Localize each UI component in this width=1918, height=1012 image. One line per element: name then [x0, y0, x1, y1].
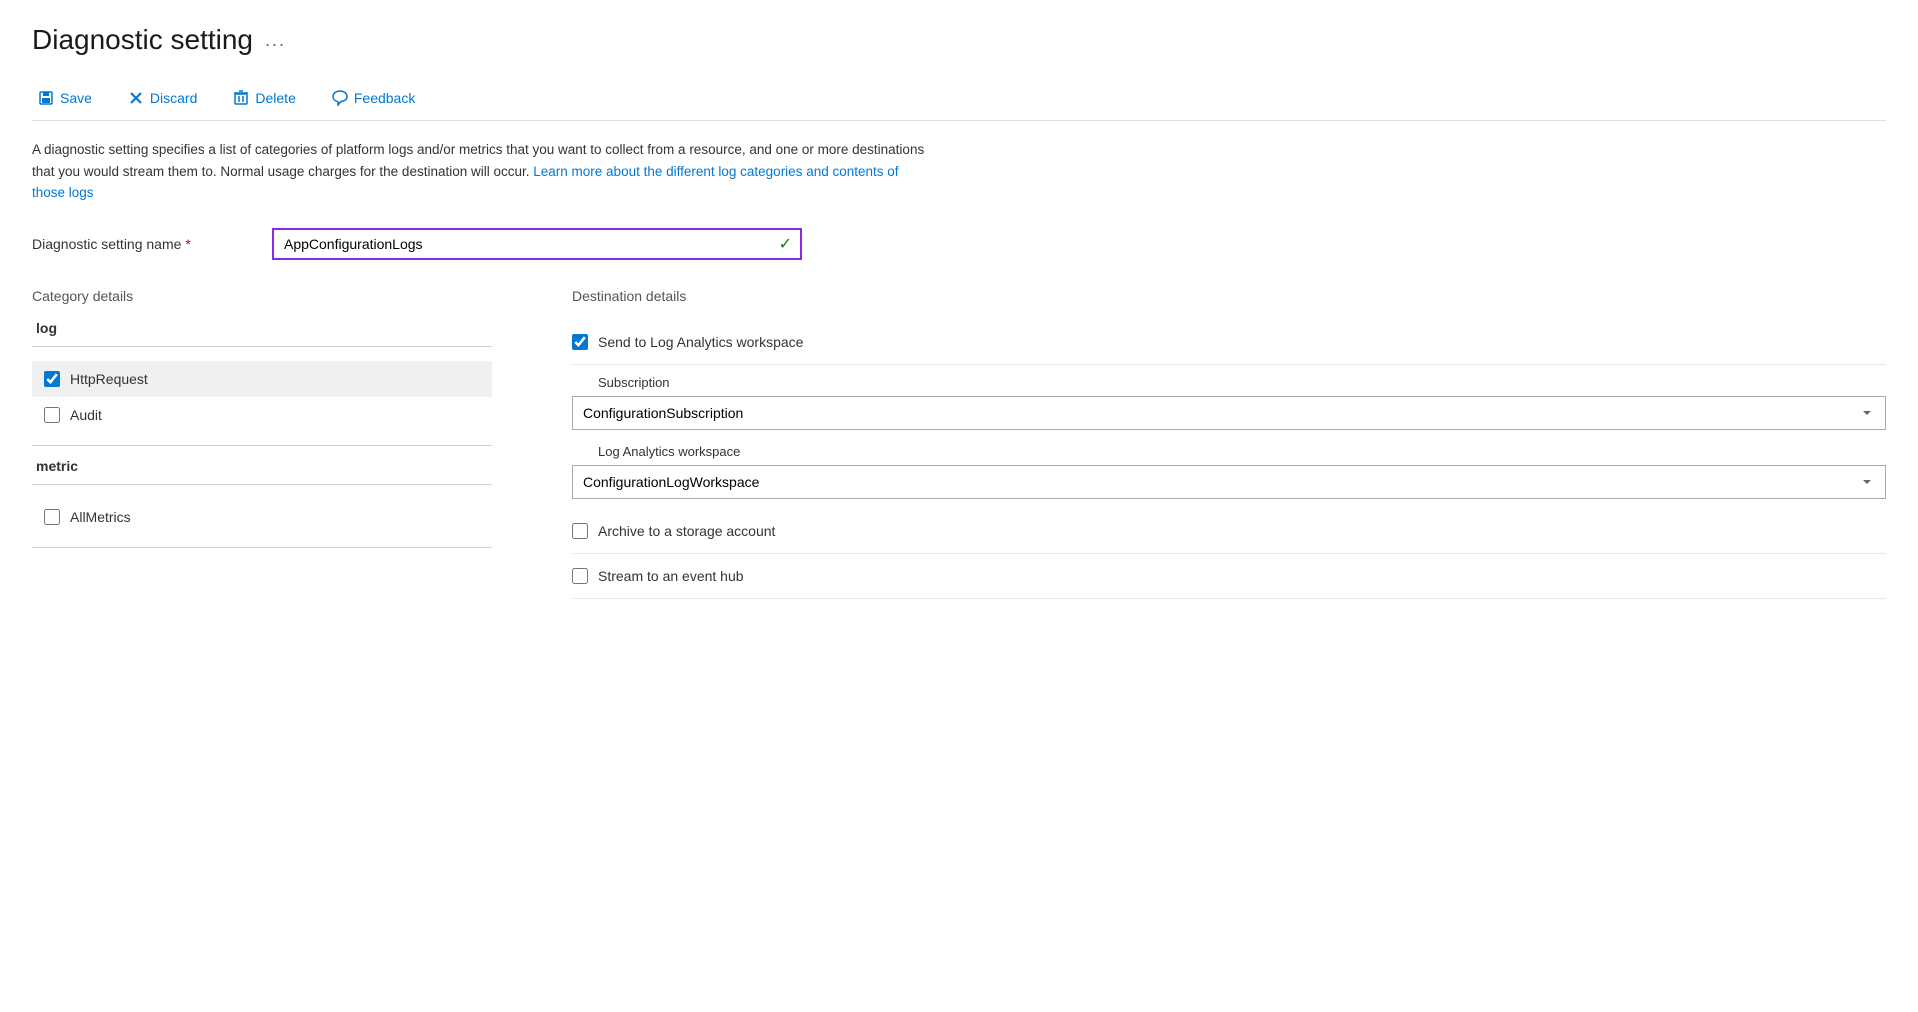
setting-name-label: Diagnostic setting name *: [32, 236, 252, 252]
workspace-select[interactable]: ConfigurationLogWorkspace: [572, 465, 1886, 499]
required-marker: *: [185, 236, 190, 252]
allmetrics-label: AllMetrics: [70, 509, 131, 525]
category-item-allmetrics: AllMetrics: [32, 499, 492, 535]
log-group-label: log: [32, 320, 492, 336]
storage-account-checkbox[interactable]: [572, 523, 588, 539]
feedback-button[interactable]: Feedback: [326, 86, 421, 110]
audit-label: Audit: [70, 407, 102, 423]
input-valid-icon: ✓: [779, 234, 792, 254]
main-content: Category details log HttpRequest Audit m…: [32, 288, 1886, 599]
discard-button[interactable]: Discard: [122, 86, 203, 110]
category-details-title: Category details: [32, 288, 492, 304]
category-item-httprequest: HttpRequest: [32, 361, 492, 397]
page-title-ellipsis: ...: [265, 30, 286, 51]
workspace-label: Log Analytics workspace: [572, 444, 1886, 459]
page-title: Diagnostic setting: [32, 24, 253, 56]
destination-details-title: Destination details: [572, 288, 1886, 304]
storage-account-label: Archive to a storage account: [598, 523, 775, 539]
delete-icon: [233, 90, 249, 106]
log-analytics-sub-fields: Subscription ConfigurationSubscription L…: [572, 375, 1886, 499]
dest-item-storage: Archive to a storage account: [572, 509, 1886, 554]
event-hub-checkbox[interactable]: [572, 568, 588, 584]
httprequest-checkbox[interactable]: [44, 371, 60, 387]
log-group-divider: [32, 346, 492, 347]
category-details-panel: Category details log HttpRequest Audit m…: [32, 288, 532, 599]
subscription-select[interactable]: ConfigurationSubscription: [572, 396, 1886, 430]
delete-button[interactable]: Delete: [227, 86, 301, 110]
category-item-audit: Audit: [32, 397, 492, 433]
description: A diagnostic setting specifies a list of…: [32, 139, 932, 204]
httprequest-label: HttpRequest: [70, 371, 148, 387]
dest-item-log-analytics: Send to Log Analytics workspace: [572, 320, 1886, 365]
subscription-select-wrapper: ConfigurationSubscription: [572, 396, 1886, 430]
allmetrics-checkbox[interactable]: [44, 509, 60, 525]
subscription-label: Subscription: [572, 375, 1886, 390]
save-icon: [38, 90, 54, 106]
metric-group-label: metric: [32, 458, 492, 474]
setting-name-input[interactable]: [272, 228, 802, 260]
event-hub-label: Stream to an event hub: [598, 568, 744, 584]
metric-bottom-divider: [32, 547, 492, 548]
feedback-icon: [332, 90, 348, 106]
toolbar: Save Discard Delete Feedba: [32, 76, 1886, 121]
log-metric-divider: [32, 445, 492, 446]
metric-group-divider: [32, 484, 492, 485]
save-button[interactable]: Save: [32, 86, 98, 110]
workspace-select-wrapper: ConfigurationLogWorkspace: [572, 465, 1886, 499]
setting-name-input-wrapper: ✓: [272, 228, 802, 260]
log-analytics-label: Send to Log Analytics workspace: [598, 334, 803, 350]
setting-name-row: Diagnostic setting name * ✓: [32, 228, 1886, 260]
audit-checkbox[interactable]: [44, 407, 60, 423]
destination-details-panel: Destination details Send to Log Analytic…: [532, 288, 1886, 599]
discard-icon: [128, 90, 144, 106]
dest-item-event-hub: Stream to an event hub: [572, 554, 1886, 599]
log-analytics-checkbox[interactable]: [572, 334, 588, 350]
